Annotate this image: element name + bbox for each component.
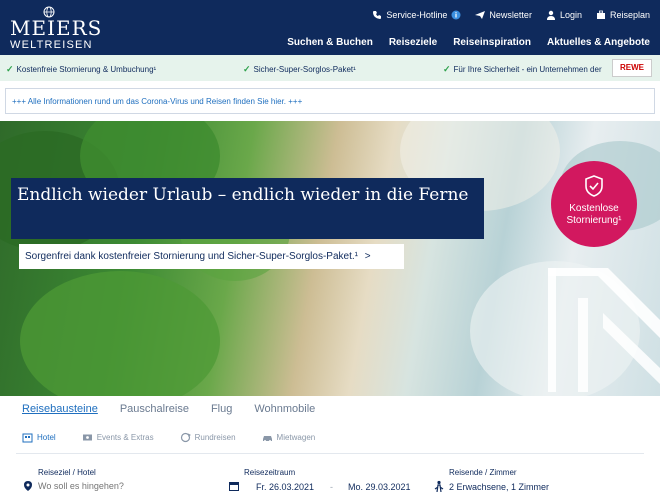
info-icon <box>451 10 461 20</box>
travelers-field[interactable]: 2 Erwachsene, 1 Zimmer <box>449 482 549 492</box>
subtab-label: Rundreisen <box>194 433 236 442</box>
site-header: MEIERS WELTREISEN Service-Hotline Newsle… <box>0 0 660 55</box>
calendar-icon <box>229 482 239 491</box>
destination-label: Reiseziel / Hotel <box>38 468 96 477</box>
travelers-icon <box>434 480 444 492</box>
meiers-logo[interactable]: MEIERS WELTREISEN <box>10 6 103 51</box>
reiseplan-label: Reiseplan <box>609 10 650 20</box>
search-subtabs: Hotel Events & Extras Rundreisen Mietwag… <box>22 432 315 443</box>
login-link[interactable]: Login <box>546 10 582 20</box>
check-icon: ✓ <box>443 64 451 74</box>
car-icon <box>262 436 272 442</box>
subtab-label: Events & Extras <box>96 433 154 442</box>
date-separator: - <box>330 482 333 492</box>
subtab-label: Mietwagen <box>276 433 316 442</box>
round-trip-icon <box>180 432 191 443</box>
badge-line-2: Stornierung¹ <box>566 215 622 226</box>
user-icon <box>546 10 555 20</box>
nav-suchen-buchen[interactable]: Suchen & Buchen <box>287 37 373 48</box>
hero-subtitle-text: Sorgenfrei dank kostenfreier Stornierung… <box>25 251 358 262</box>
suitcase-icon <box>596 10 605 19</box>
badge-line-1: Kostenlose <box>569 203 619 214</box>
badge-text: Kostenlose Stornierung¹ <box>551 203 637 227</box>
hero-subtitle-link[interactable]: Sorgenfrei dank kostenfreier Stornierung… <box>19 244 404 269</box>
usp-item-sorglos[interactable]: ✓ Sicher-Super-Sorglos-Paket¹ <box>243 64 356 75</box>
date-from-field[interactable]: Fr. 26.03.2021 <box>256 482 314 492</box>
service-hotline-link[interactable]: Service-Hotline <box>372 10 461 20</box>
decorative-stripes <box>548 268 660 392</box>
brand-name: MEIERS <box>10 16 103 40</box>
ticket-icon <box>82 434 92 441</box>
login-label: Login <box>559 10 582 20</box>
usp-bar: ✓ Kostenfreie Stornierung & Umbuchung¹ ✓… <box>0 55 660 81</box>
check-icon: ✓ <box>243 64 251 74</box>
location-pin-icon <box>24 481 32 491</box>
nav-reiseziele[interactable]: Reiseziele <box>389 37 437 48</box>
tab-pauschalreise[interactable]: Pauschalreise <box>120 403 189 415</box>
usp-item-stornierung[interactable]: ✓ Kostenfreie Stornierung & Umbuchung¹ <box>6 64 156 75</box>
nav-reiseinspiration[interactable]: Reiseinspiration <box>453 37 531 48</box>
hotel-icon <box>22 433 33 443</box>
subtab-label: Hotel <box>37 433 56 442</box>
hero-title: Endlich wieder Urlaub – endlich wieder i… <box>11 178 484 239</box>
paper-plane-icon <box>475 11 486 19</box>
newsletter-link[interactable]: Newsletter <box>475 10 532 20</box>
divider <box>16 453 644 454</box>
check-icon: ✓ <box>6 64 14 74</box>
corona-notice-link[interactable]: +++ Alle Informationen rund um das Coron… <box>5 88 655 114</box>
destination-input[interactable] <box>38 479 218 493</box>
reiseplan-link[interactable]: Reiseplan <box>596 10 650 20</box>
tab-wohnmobile[interactable]: Wohnmobile <box>254 403 315 415</box>
shield-check-icon <box>585 175 603 197</box>
phone-icon <box>373 11 382 19</box>
usp-label: Sicher-Super-Sorglos-Paket¹ <box>253 65 356 74</box>
main-nav: Suchen & Buchen Reiseziele Reiseinspirat… <box>287 37 650 48</box>
subtab-rundreisen[interactable]: Rundreisen <box>180 432 236 443</box>
search-tabs: Reisebausteine Pauschalreise Flug Wohnmo… <box>22 403 315 415</box>
hotline-label: Service-Hotline <box>386 10 448 20</box>
subtab-hotel[interactable]: Hotel <box>22 432 56 443</box>
tab-flug[interactable]: Flug <box>211 403 232 415</box>
utility-nav: Service-Hotline Newsletter Login Reisepl… <box>372 8 650 22</box>
brand-subtitle: WELTREISEN <box>10 39 93 51</box>
travelers-label: Reisende / Zimmer <box>449 468 517 477</box>
subtab-mietwagen[interactable]: Mietwagen <box>262 432 316 443</box>
free-cancellation-badge[interactable]: Kostenlose Stornierung¹ <box>551 161 637 247</box>
usp-label: Für Ihre Sicherheit - ein Unternehmen de… <box>453 65 602 74</box>
chevron-right-icon: > <box>364 251 371 262</box>
nav-aktuelles-angebote[interactable]: Aktuelles & Angebote <box>547 37 650 48</box>
rewe-logo: REWE <box>612 59 652 77</box>
newsletter-label: Newsletter <box>489 10 532 20</box>
tab-reisebausteine[interactable]: Reisebausteine <box>22 403 98 415</box>
usp-item-sicherheit[interactable]: ✓ Für Ihre Sicherheit - ein Unternehmen … <box>443 64 602 75</box>
usp-label: Kostenfreie Stornierung & Umbuchung¹ <box>16 65 157 74</box>
subtab-events-extras[interactable]: Events & Extras <box>82 432 154 443</box>
period-label: Reisezeitraum <box>244 468 296 477</box>
search-panel: Reisebausteine Pauschalreise Flug Wohnmo… <box>8 396 652 494</box>
date-to-field[interactable]: Mo. 29.03.2021 <box>348 482 411 492</box>
